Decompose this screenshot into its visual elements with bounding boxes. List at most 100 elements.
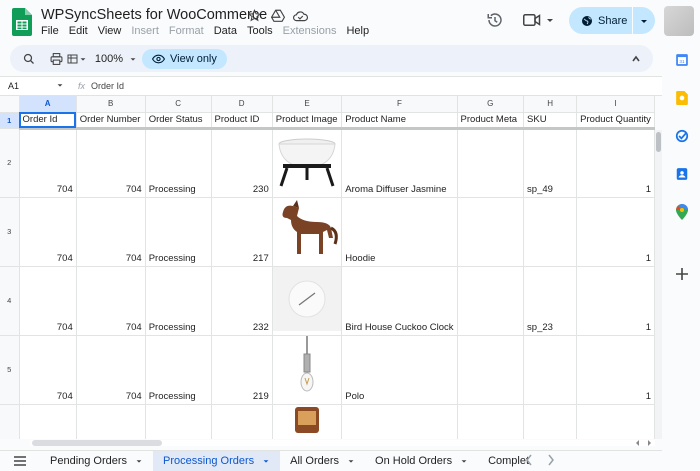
cell-product-meta[interactable] [457,266,525,336]
column-header[interactable]: E [272,96,343,113]
cell-product-name[interactable]: Polo [341,335,458,405]
cell-sku[interactable]: sp_49 [523,128,578,198]
cell-order-number[interactable]: 704 [76,128,146,198]
paint-format-button[interactable] [64,49,90,69]
cell[interactable] [576,404,655,439]
column-header[interactable]: D [211,96,273,113]
menu-extensions[interactable]: Extensions [283,25,342,37]
cell-product-id[interactable]: 217 [211,197,273,267]
cell[interactable] [211,404,273,439]
document-title[interactable]: WPSyncSheets for WooCommerce [41,7,267,23]
cell-sku-header[interactable]: SKU [523,112,578,130]
collapse-menus-button[interactable] [631,49,641,69]
column-header[interactable]: G [457,96,525,113]
name-box[interactable]: A1 [0,81,70,91]
scrollbar-thumb[interactable] [32,440,162,446]
row-header[interactable]: 3 [0,197,20,267]
horizontal-scrollbar[interactable] [30,440,655,446]
cell-product-quantity[interactable]: 1 [576,335,655,405]
cell-order-status-header[interactable]: Order Status [145,112,212,130]
chevron-left-icon[interactable] [525,454,533,466]
column-header[interactable]: B [76,96,146,113]
spreadsheet-grid[interactable]: A B C D E F G H I 1 Order Id Order Numbe… [0,96,655,439]
cell-order-status[interactable]: Processing [145,335,212,405]
all-sheets-button[interactable] [0,456,40,466]
formula-input[interactable]: Order Id [91,81,124,91]
cell-product-meta[interactable] [457,335,525,405]
share-main[interactable]: Share [569,7,633,34]
cell-product-id[interactable]: 219 [211,335,273,405]
keep-icon[interactable] [674,90,690,106]
cell-product-quantity-header[interactable]: Product Quantity [576,112,655,130]
menu-data[interactable]: Data [214,25,242,37]
vertical-scrollbar[interactable] [655,130,662,439]
cell-order-status[interactable]: Processing [145,266,212,336]
cell-product-meta[interactable] [457,197,525,267]
share-button[interactable]: Share [569,7,655,34]
column-header[interactable]: A [19,96,77,113]
cell-order-number-header[interactable]: Order Number [76,112,146,130]
scroll-left-icon[interactable] [635,440,641,446]
row-header[interactable]: 5 [0,335,20,405]
cell-product-image[interactable] [272,335,343,405]
menu-file[interactable]: File [41,25,64,37]
cell-sku[interactable] [523,197,578,267]
cloud-saved-icon[interactable] [292,7,309,24]
tab-pending-orders[interactable]: Pending Orders [40,451,153,471]
tab-processing-orders[interactable]: Processing Orders [153,450,281,471]
cell[interactable] [19,404,77,439]
maps-icon[interactable] [674,204,690,220]
column-header[interactable]: F [341,96,458,113]
tab-on-hold-orders[interactable]: On Hold Orders [365,451,478,471]
cell-product-name[interactable]: Aroma Diffuser Jasmine [341,128,458,198]
column-header[interactable]: I [576,96,655,113]
calendar-icon[interactable]: 31 [674,52,690,68]
cell[interactable] [145,404,212,439]
cell-sku[interactable] [523,335,578,405]
cell-product-id[interactable]: 230 [211,128,273,198]
row-header[interactable]: 2 [0,128,20,198]
chevron-right-icon[interactable] [547,454,555,466]
menu-edit[interactable]: Edit [69,25,93,37]
cell-product-name-header[interactable]: Product Name [341,112,458,130]
cell[interactable] [76,404,146,439]
row-header[interactable]: 1 [0,112,20,129]
cell-order-id[interactable]: 704 [19,266,77,336]
move-to-drive-icon[interactable] [269,7,286,24]
cell-order-number[interactable]: 704 [76,197,146,267]
star-icon[interactable] [246,7,263,24]
cell-product-id-header[interactable]: Product ID [211,112,273,130]
version-history-icon[interactable] [486,11,504,29]
view-only-badge[interactable]: View only [142,48,227,69]
cell-order-id[interactable]: 704 [19,128,77,198]
menu-view[interactable]: View [98,25,127,37]
cell[interactable] [523,404,578,439]
cell-order-status[interactable]: Processing [145,197,212,267]
cell-product-id[interactable]: 232 [211,266,273,336]
print-button[interactable] [48,49,64,69]
cell-order-status[interactable]: Processing [145,128,212,198]
menu-help[interactable]: Help [346,25,374,37]
row-header[interactable]: 4 [0,266,20,336]
cell-product-image[interactable] [272,197,343,267]
cell-product-quantity[interactable]: 1 [576,266,655,336]
column-header[interactable]: H [523,96,578,113]
cell-product-name[interactable]: Bird House Cuckoo Clock [341,266,458,336]
share-options-button[interactable] [633,16,655,26]
cell-order-id[interactable]: 704 [19,335,77,405]
contacts-icon[interactable] [674,166,690,182]
tab-all-orders[interactable]: All Orders [280,451,365,471]
row-header[interactable] [0,404,20,439]
select-all-corner[interactable] [0,96,20,113]
cell-product-meta-header[interactable]: Product Meta [457,112,525,130]
scroll-right-icon[interactable] [646,440,652,446]
cell-order-number[interactable]: 704 [76,266,146,336]
scrollbar-thumb[interactable] [656,132,661,152]
cell[interactable] [457,404,525,439]
cell-product-image[interactable] [272,266,343,336]
cell-sku[interactable]: sp_23 [523,266,578,336]
cell-order-id[interactable]: 704 [19,197,77,267]
cell-order-number[interactable]: 704 [76,335,146,405]
cell-product-quantity[interactable]: 1 [576,197,655,267]
cell-product-image[interactable] [272,404,343,439]
